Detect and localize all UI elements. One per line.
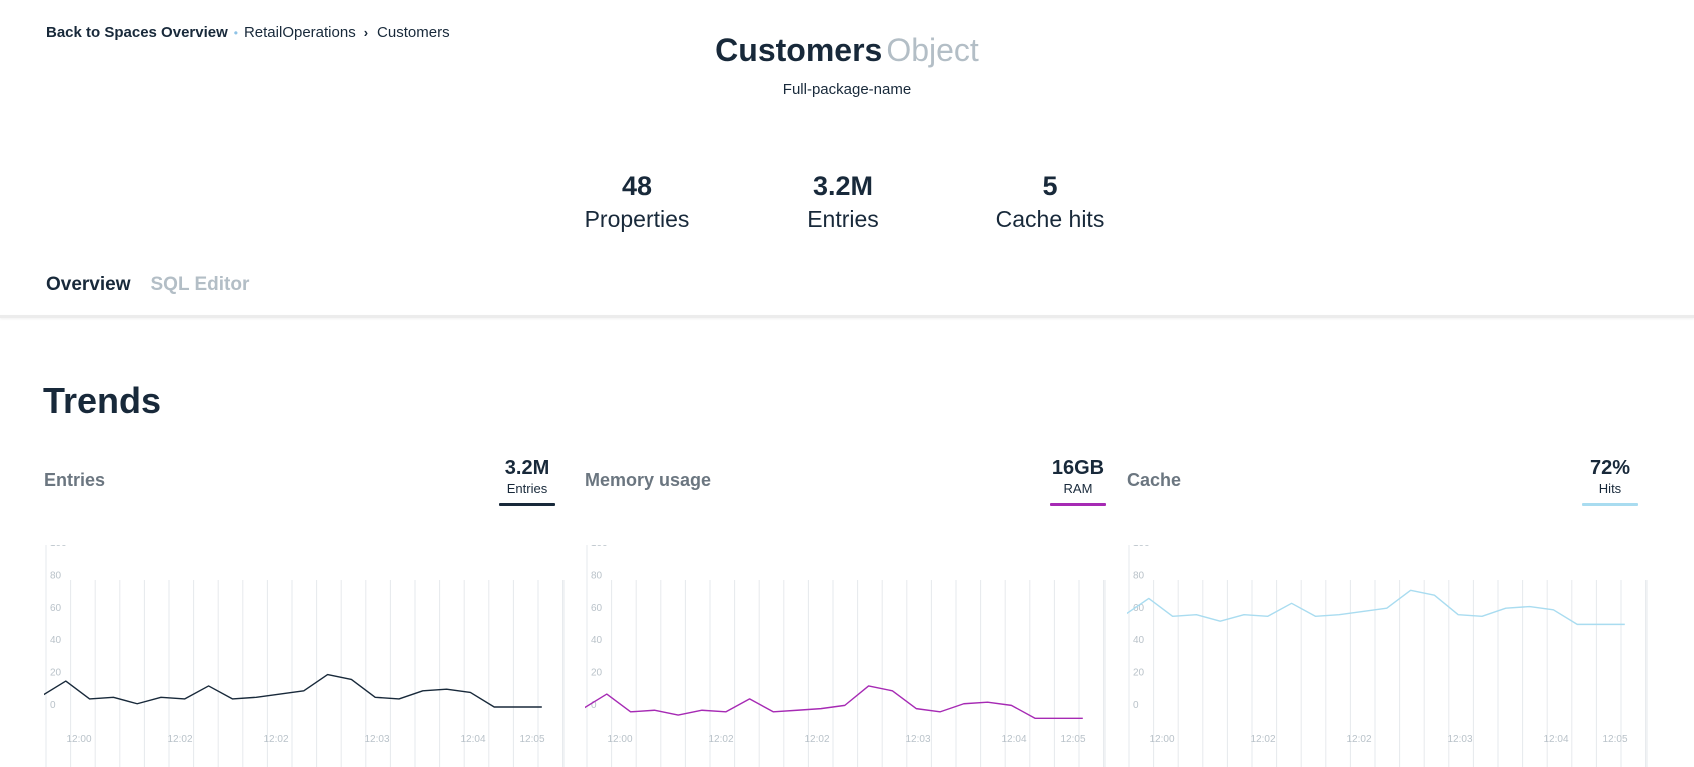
x-tick-label: 12:04 [1001,734,1026,745]
y-tick-label: 80 [1133,570,1145,581]
stat-value: 3.2M [812,171,874,201]
y-tick-label: 20 [1133,668,1145,679]
y-tick-label: 20 [50,668,62,679]
y-tick-label: 100 [591,545,608,549]
tab-sql-editor[interactable]: SQL Editor [151,274,250,296]
x-tick-label: 12:00 [607,734,632,745]
x-tick-label: 12:02 [708,734,733,745]
metric-label: RAM [1063,481,1093,496]
stat-label: Entries [807,206,879,232]
metric-value: 16GB [1051,457,1105,479]
panel-metric: 72% Hits [1582,455,1638,506]
y-tick-label: 40 [591,635,603,646]
page-title: Customers Object [0,32,1694,69]
stat-label: Cache hits [995,206,1105,232]
metric-underline [1050,503,1106,506]
metric-label: Hits [1598,481,1622,496]
x-tick-label: 12:04 [1543,734,1568,745]
panel-title: Cache [1127,470,1182,490]
line-chart-cache: 02040608010012:0012:0212:0212:0312:0412:… [1127,545,1648,767]
x-tick-label: 12:02 [1346,734,1371,745]
y-tick-label: 80 [50,570,62,581]
series-line [1127,589,1625,626]
x-tick-label: 12:03 [1447,734,1472,745]
stat-label: Properties [584,206,690,232]
chart-grid [586,545,1106,767]
line-chart-entries: 0 20 40 60 80 100 12:00 12:02 12:02 12:03 12:04 12:… [44,545,565,767]
x-tick-label: 12:02 [804,734,829,745]
x-tick-label: 12:05 [519,734,544,745]
y-tick-label: 0 [1133,700,1139,711]
y-tick-label: 20 [591,668,603,679]
y-tick-label: 40 [1133,635,1145,646]
y-tick-label: 80 [591,570,603,581]
stat-cache-hits: 5 Cache hits [960,168,1140,234]
object-type-label: Object [886,32,979,68]
metric-label: Entries [506,481,548,496]
series-line [44,673,542,708]
chart-grid [45,545,565,767]
panel-metric: 16GB RAM [1050,455,1106,506]
tabs-divider [0,315,1694,318]
series-line [585,685,1083,720]
section-title-trends: Trends [43,380,162,421]
stat-value: 5 [1042,171,1058,201]
stat-properties: 48 Properties [547,168,727,234]
y-tick-label: 100 [1133,545,1150,549]
x-tick-label: 12:03 [905,734,930,745]
x-tick-label: 12:05 [1060,734,1085,745]
x-tick-label: 12:03 [364,734,389,745]
line-chart-memory-usage: 02040608010012:0012:0212:0212:0312:0412:… [585,545,1106,767]
x-tick-label: 12:02 [1250,734,1275,745]
chart-panel-cache: Cache 72% Hits 02040608010012:0012:0212:… [1127,455,1669,767]
stat-entries: 3.2M Entries [753,168,933,234]
metric-value: 3.2M [504,457,550,479]
x-tick-label: 12:00 [1149,734,1174,745]
x-tick-label: 12:02 [167,734,192,745]
metric-underline [499,503,555,506]
metric-underline [1582,503,1638,506]
y-tick-label: 60 [591,603,603,614]
y-tick-label: 60 [50,603,62,614]
chart-panel-entries: Entries 3.2M Entries 0 20 40 60 80 100 12:00 12… [44,455,586,767]
x-tick-label: 12:04 [460,734,485,745]
y-tick-label: 100 [50,545,67,549]
chart-grid [1128,545,1648,767]
panel-title: Memory usage [585,470,712,490]
x-tick-label: 12:02 [263,734,288,745]
package-name: Full-package-name [782,81,912,98]
x-tick-label: 12:05 [1602,734,1627,745]
tab-bar: Overview SQL Editor [46,274,269,296]
panel-title: Entries [44,470,106,490]
chart-panel-memory-usage: Memory usage 16GB RAM 02040608010012:001… [585,455,1127,767]
stat-value: 48 [621,171,653,201]
object-name: Customers [715,32,883,68]
y-tick-label: 0 [50,700,56,711]
y-tick-label: 40 [50,635,62,646]
metric-value: 72% [1589,457,1631,479]
panel-metric: 3.2M Entries [499,455,555,506]
x-tick-label: 12:00 [66,734,91,745]
tab-overview[interactable]: Overview [46,274,131,296]
